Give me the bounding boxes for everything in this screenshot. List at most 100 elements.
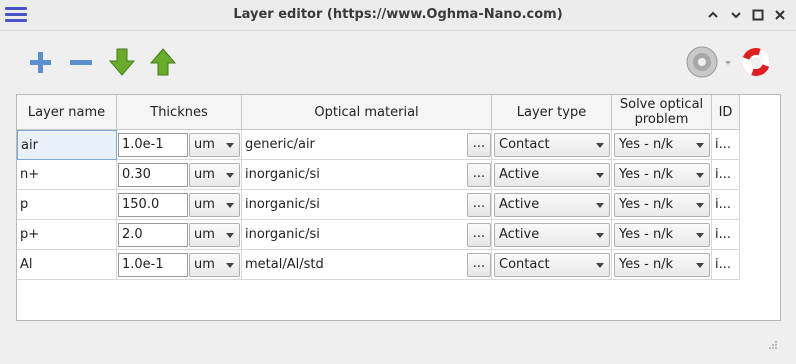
thickness-input[interactable]: 2.0 [118,223,188,247]
id-cell[interactable]: i... [712,190,740,220]
browse-material-button[interactable]: ... [467,253,491,277]
solve-select[interactable]: Yes - n/k [614,253,710,277]
material-value: generic/air [245,137,315,152]
dropdown-arrow-icon [696,263,704,268]
arrow-up-icon [149,48,177,76]
solve-select[interactable]: Yes - n/k [614,193,710,217]
dropdown-arrow-icon [596,233,604,238]
browse-material-button[interactable]: ... [467,133,491,157]
unit-select[interactable]: um [189,253,240,277]
layer-name-cell[interactable]: air [17,130,117,160]
dropdown-arrow-icon [226,203,234,208]
layer-type-cell: Contact [492,250,612,280]
material-cell: inorganic/si ... [242,190,492,220]
layer-name-cell[interactable]: p+ [17,220,117,250]
thickness-cell: 150.0 um [117,190,242,220]
layer-name-cell[interactable]: Al [17,250,117,280]
material-cell: inorganic/si ... [242,160,492,190]
chevron-down-icon [731,12,741,19]
move-up-button[interactable] [147,46,179,78]
unit-select-value: um [194,227,215,242]
header-id[interactable]: ID [712,95,740,130]
layer-type-value: Contact [499,257,550,272]
unit-select[interactable]: um [189,223,240,247]
layer-type-select[interactable]: Active [494,163,610,187]
material-cell: generic/air ... [242,130,492,160]
thickness-cell: 0.30 um [117,160,242,190]
cd-dropdown-button[interactable] [686,46,732,78]
material-value: inorganic/si [245,167,320,182]
header-layer-type[interactable]: Layer type [492,95,612,130]
maximize-button[interactable] [749,6,767,24]
minimize-button[interactable] [727,6,745,24]
dropdown-arrow-icon [696,233,704,238]
add-layer-button[interactable] [24,46,56,78]
header-optical-material[interactable]: Optical material [242,95,492,130]
material-value: inorganic/si [245,227,320,242]
unit-select-value: um [194,167,215,182]
solve-value: Yes - n/k [619,167,674,182]
material-cell: metal/Al/std ... [242,250,492,280]
lifebuoy-icon [742,48,770,76]
solve-cell: Yes - n/k [612,250,712,280]
layer-type-value: Contact [499,137,550,152]
header-thickness[interactable]: Thicknes [117,95,242,130]
layer-type-value: Active [499,227,540,242]
plus-icon [30,52,51,73]
help-button[interactable] [740,46,772,78]
thickness-input[interactable]: 1.0e-1 [118,253,188,277]
browse-material-button[interactable]: ... [467,163,491,187]
layer-name-cell[interactable]: p [17,190,117,220]
layer-type-cell: Contact [492,130,612,160]
layer-type-value: Active [499,167,540,182]
unit-select[interactable]: um [189,193,240,217]
dropdown-arrow-icon [596,173,604,178]
thickness-input[interactable]: 0.30 [118,163,188,187]
material-value: inorganic/si [245,197,320,212]
thickness-cell: 1.0e-1 um [117,130,242,160]
thickness-cell: 2.0 um [117,220,242,250]
solve-select[interactable]: Yes - n/k [614,163,710,187]
id-cell[interactable]: i... [712,130,740,160]
header-solve-optical[interactable]: Solve optical problem [612,95,712,130]
header-layer-name[interactable]: Layer name [17,95,117,130]
layer-type-select[interactable]: Contact [494,253,610,277]
dropdown-arrow-icon [596,203,604,208]
solve-select[interactable]: Yes - n/k [614,133,710,157]
layer-name-cell[interactable]: n+ [17,160,117,190]
layer-type-cell: Active [492,160,612,190]
unit-select-value: um [194,197,215,212]
id-cell[interactable]: i... [712,220,740,250]
remove-layer-button[interactable] [65,46,97,78]
close-icon [775,10,785,20]
thickness-input[interactable]: 1.0e-1 [118,133,188,157]
dropdown-arrow-icon [696,143,704,148]
shade-up-button[interactable] [704,6,722,24]
solve-select[interactable]: Yes - n/k [614,223,710,247]
dropdown-arrow-icon [226,143,234,148]
layer-type-select[interactable]: Contact [494,133,610,157]
material-cell: inorganic/si ... [242,220,492,250]
unit-select[interactable]: um [189,163,240,187]
close-button[interactable] [771,6,789,24]
thickness-input[interactable]: 150.0 [118,193,188,217]
maximize-icon [752,9,764,21]
window-title: Layer editor (https://www.Oghma-Nano.com… [233,7,563,22]
resize-grip-icon[interactable] [768,340,778,350]
table-row: n+ 0.30 um inorganic/si ... Active Yes -… [17,160,740,190]
unit-select[interactable]: um [189,133,240,157]
move-down-button[interactable] [106,46,138,78]
layer-type-select[interactable]: Active [494,193,610,217]
solve-value: Yes - n/k [619,197,674,212]
id-value: i... [715,137,732,152]
id-cell[interactable]: i... [712,250,740,280]
table-row: p 150.0 um inorganic/si ... Active Yes -… [17,190,740,220]
dropdown-arrow-icon [226,263,234,268]
id-cell[interactable]: i... [712,160,740,190]
material-value: metal/Al/std [245,257,324,272]
solve-cell: Yes - n/k [612,220,712,250]
browse-material-button[interactable]: ... [467,223,491,247]
layer-type-select[interactable]: Active [494,223,610,247]
browse-material-button[interactable]: ... [467,193,491,217]
dropdown-arrow-icon [596,263,604,268]
